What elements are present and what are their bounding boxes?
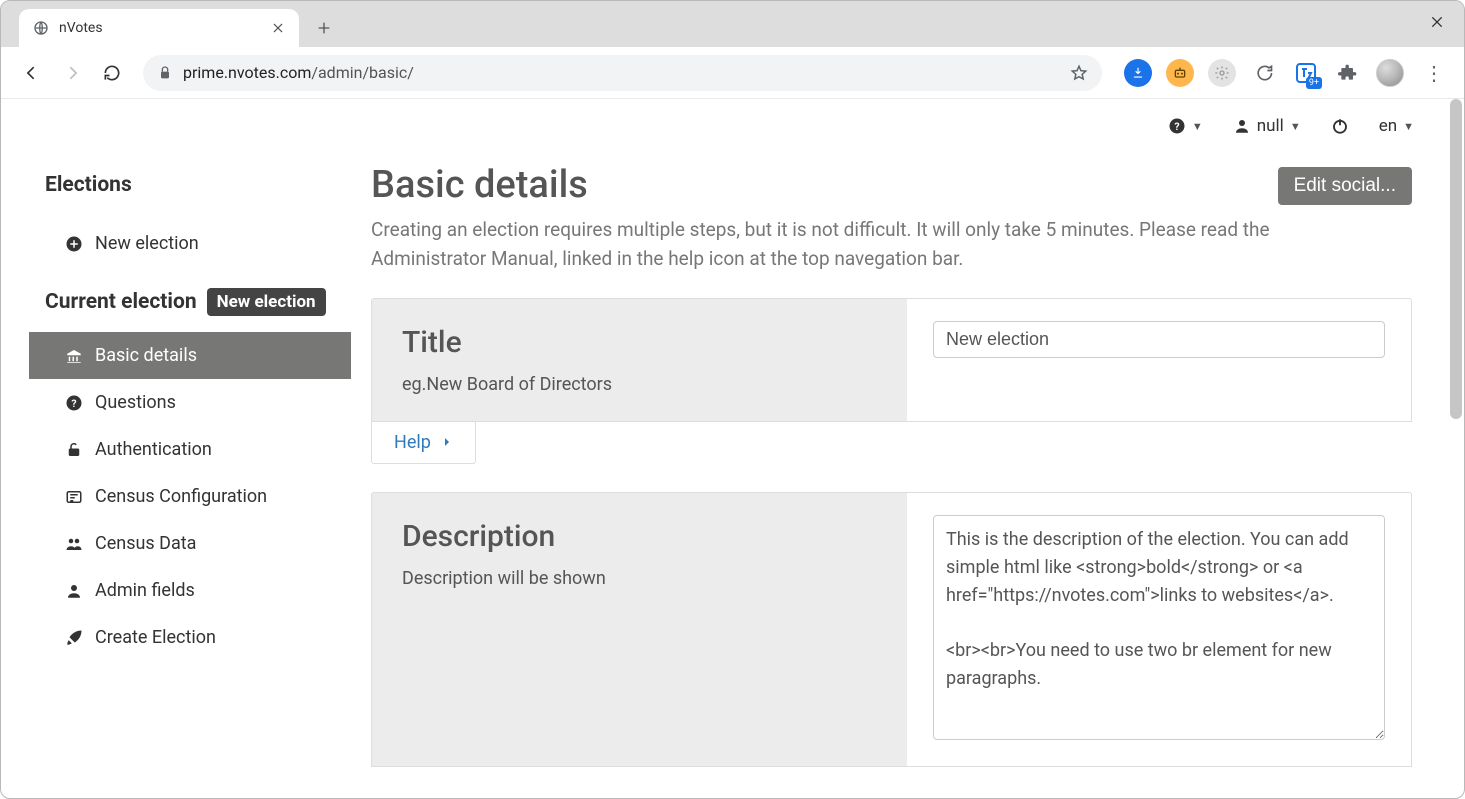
sidebar-item-label: Authentication [95, 439, 212, 460]
sidebar-item-census-data[interactable]: Census Data [29, 520, 351, 567]
sidebar-item-label: Create Election [95, 627, 216, 648]
page-title: Basic details [371, 163, 588, 207]
lock-icon [157, 65, 173, 81]
field-hint-title: eg.New Board of Directors [402, 374, 877, 395]
field-hint-description: Description will be shown [402, 568, 877, 589]
field-heading-title: Title [402, 325, 877, 360]
new-tab-button[interactable] [309, 13, 339, 43]
address-bar[interactable]: prime.nvotes.com/admin/basic/ [143, 55, 1102, 91]
edit-social-button[interactable]: Edit social... [1278, 167, 1412, 205]
page-lead: Creating an election requires multiple s… [371, 215, 1331, 274]
svg-text:?: ? [1174, 120, 1179, 133]
sidebar-item-census-configuration[interactable]: Census Configuration [29, 473, 351, 520]
language-label: en [1379, 116, 1397, 136]
sidebar-item-admin-fields[interactable]: Admin fields [29, 567, 351, 614]
form-row-title: Title eg.New Board of Directors [371, 298, 1412, 422]
sidebar-item-authentication[interactable]: Authentication [29, 426, 351, 473]
profile-avatar[interactable] [1376, 59, 1404, 87]
rocket-icon [65, 629, 83, 647]
sidebar-item-label: Census Configuration [95, 486, 267, 507]
sidebar: Elections New election Current election … [1, 153, 351, 798]
caret-down-icon: ▼ [1192, 120, 1203, 133]
sidebar-item-label: Basic details [95, 345, 197, 366]
sidebar-item-label: Questions [95, 392, 176, 413]
sidebar-item-label: Admin fields [95, 580, 195, 601]
caret-down-icon: ▼ [1290, 120, 1301, 133]
caret-down-icon: ▼ [1403, 120, 1414, 133]
scrollbar[interactable] [1448, 99, 1464, 798]
tab-title: nVotes [59, 20, 261, 36]
description-textarea[interactable] [933, 515, 1385, 740]
plus-circle-icon [65, 235, 83, 253]
main-content: Basic details Edit social... Creating an… [351, 153, 1448, 798]
user-menu[interactable]: null ▼ [1233, 116, 1301, 136]
browser-tab-strip: nVotes [1, 1, 1464, 47]
forward-button[interactable] [55, 56, 89, 90]
user-label: null [1257, 116, 1284, 136]
svg-text:?: ? [71, 396, 76, 409]
users-icon [65, 535, 83, 553]
window-close-icon[interactable] [1426, 11, 1448, 33]
bookmark-star-icon[interactable] [1070, 64, 1088, 82]
url-text: prime.nvotes.com/admin/basic/ [183, 63, 414, 82]
sidebar-item-create-election[interactable]: Create Election [29, 614, 351, 661]
chat-extension-icon[interactable] [1250, 59, 1278, 87]
unlock-icon [65, 441, 83, 459]
language-menu[interactable]: en ▼ [1379, 116, 1414, 136]
help-toggle-title[interactable]: Help [371, 422, 476, 464]
close-tab-icon[interactable] [271, 21, 285, 35]
chevron-right-icon [441, 436, 453, 448]
newspaper-icon [65, 488, 83, 506]
browser-menu-icon[interactable]: ⋮ [1418, 61, 1450, 85]
scrollbar-thumb[interactable] [1450, 99, 1462, 419]
sidebar-heading-elections: Elections [29, 173, 351, 197]
user-icon [65, 582, 83, 600]
extensions-row: 9+ ⋮ [1116, 59, 1450, 87]
help-label: Help [394, 432, 431, 453]
form-row-description: Description Description will be shown [371, 492, 1412, 767]
puzzle-extension-icon[interactable] [1334, 59, 1362, 87]
robot-extension-icon[interactable] [1166, 59, 1194, 87]
sidebar-link-label: New election [95, 233, 199, 254]
sidebar-item-label: Census Data [95, 533, 196, 554]
app-topbar: ? ▼ null ▼ en ▼ [1, 99, 1448, 153]
sidebar-new-election[interactable]: New election [29, 221, 351, 266]
power-button[interactable] [1331, 117, 1349, 135]
translate-extension-icon[interactable]: 9+ [1292, 59, 1320, 87]
reload-button[interactable] [95, 56, 129, 90]
question-circle-icon: ? [65, 394, 83, 412]
sidebar-nav: Basic details ? Questions Authentication [29, 332, 351, 661]
sidebar-item-questions[interactable]: ? Questions [29, 379, 351, 426]
globe-icon [33, 20, 49, 36]
field-heading-description: Description [402, 519, 877, 554]
current-election-badge: New election [207, 288, 326, 316]
browser-tab[interactable]: nVotes [19, 9, 299, 47]
download-extension-icon[interactable] [1124, 59, 1152, 87]
settings-extension-icon[interactable] [1208, 59, 1236, 87]
sidebar-heading-current: Current election [45, 290, 197, 314]
sidebar-item-basic-details[interactable]: Basic details [29, 332, 351, 379]
browser-toolbar: prime.nvotes.com/admin/basic/ 9+ [1, 47, 1464, 99]
title-input[interactable] [933, 321, 1385, 358]
back-button[interactable] [15, 56, 49, 90]
bank-icon [65, 347, 83, 365]
help-menu[interactable]: ? ▼ [1168, 117, 1203, 135]
